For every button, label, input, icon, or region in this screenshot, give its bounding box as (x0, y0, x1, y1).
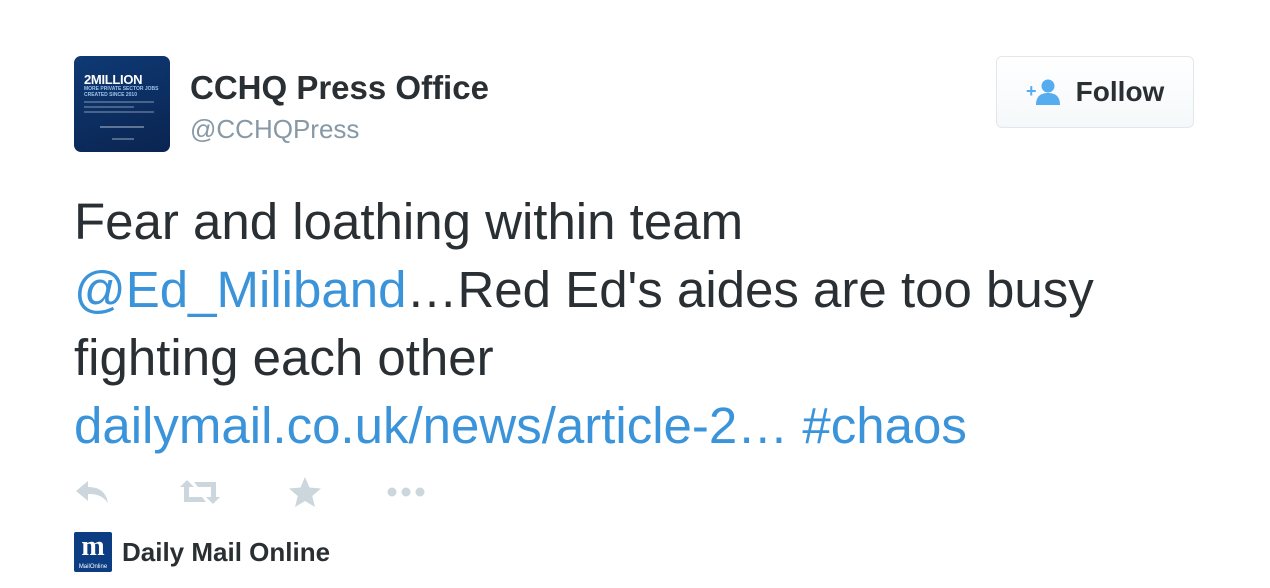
logo-letter: m (81, 531, 105, 562)
author-name[interactable]: CCHQ Press Office (190, 69, 489, 107)
author-handle[interactable]: @CCHQPress (190, 114, 359, 145)
tweet-line-1: Fear and loathing within team (74, 193, 744, 250)
reply-button[interactable] (74, 474, 110, 510)
favorite-button[interactable] (288, 474, 322, 510)
reply-icon (76, 481, 108, 503)
star-icon (289, 477, 321, 507)
avatar-text-line (100, 126, 144, 128)
hashtag-link[interactable]: #chaos (802, 397, 966, 454)
avatar[interactable]: 2MILLION MORE PRIVATE SECTOR JOBS CREATE… (74, 56, 170, 152)
source-name: Daily Mail Online (122, 536, 331, 567)
follow-button[interactable]: + Follow (996, 56, 1194, 128)
follow-label: Follow (1075, 76, 1165, 107)
add-user-icon: + (1026, 79, 1060, 105)
avatar-text-line (84, 101, 154, 103)
retweet-button[interactable] (178, 474, 222, 510)
avatar-headline: 2MILLION (84, 72, 143, 87)
tweet-line-3: fighting each other (74, 329, 494, 386)
daily-mail-logo: m MailOnline (74, 532, 112, 572)
avatar-text-line (84, 106, 134, 108)
avatar-text-line (112, 138, 134, 140)
tweet-line-4: dailymail.co.uk/news/article-2… #chaos (74, 392, 1204, 460)
more-icon (387, 487, 425, 497)
card-source[interactable]: m MailOnline Daily Mail Online (74, 532, 330, 572)
logo-subtext: MailOnline (78, 564, 108, 570)
tweet-line-2-text: …Red Ed's aides are too busy (406, 261, 1094, 318)
article-link[interactable]: dailymail.co.uk/news/article-2… (74, 397, 788, 454)
avatar-subline-2: CREATED SINCE 2010 (84, 92, 137, 98)
tweet-line-2: @Ed_Miliband…Red Ed's aides are too busy (74, 256, 1204, 324)
avatar-text-line (84, 111, 154, 113)
tweet-text: Fear and loathing within team @Ed_Miliba… (74, 188, 1204, 460)
mention-link[interactable]: @Ed_Miliband (74, 261, 406, 318)
svg-text:+: + (1026, 81, 1037, 101)
more-button[interactable] (386, 474, 428, 510)
retweet-icon (180, 480, 220, 504)
